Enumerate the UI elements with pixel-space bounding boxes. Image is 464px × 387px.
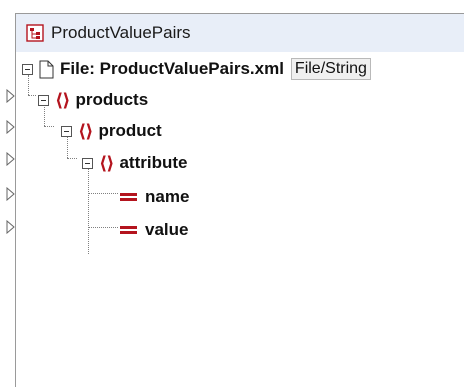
element-icon: ⟨⟩ [78, 120, 93, 141]
tree-row-name[interactable]: name [120, 182, 189, 212]
tree-line [44, 126, 54, 127]
input-connector-icon[interactable] [6, 187, 15, 201]
collapse-toggle[interactable] [61, 125, 72, 137]
attribute-icon [120, 192, 137, 202]
file-string-button[interactable]: File/String [290, 58, 371, 80]
tree-row-product[interactable]: ⟨⟩ product [61, 116, 162, 146]
tree-item-label: name [145, 187, 190, 206]
component-title: ProductValuePairs [51, 23, 191, 42]
tree-line [88, 193, 118, 194]
input-connector-icon[interactable] [6, 120, 15, 134]
tree-line [88, 227, 118, 228]
tree-row-attribute[interactable]: ⟨⟩ attribute [82, 148, 187, 178]
attribute-icon [120, 225, 137, 235]
tree-line [88, 168, 89, 254]
tree-item-label: products [75, 90, 149, 109]
component-titlebar[interactable]: ProductValuePairs [16, 14, 464, 52]
tree-row-products[interactable]: ⟨⟩ products [38, 85, 148, 115]
input-connector-icon[interactable] [6, 152, 15, 166]
element-icon: ⟨⟩ [99, 152, 114, 173]
element-icon: ⟨⟩ [55, 89, 70, 110]
collapse-toggle[interactable] [22, 63, 33, 75]
tree-item-label: value [145, 220, 189, 239]
file-label: File: ProductValuePairs.xml [60, 59, 284, 78]
collapse-toggle[interactable] [82, 157, 93, 169]
component-tree-icon [26, 24, 44, 42]
tree-row-value[interactable]: value [120, 215, 188, 245]
input-connector-icon[interactable] [6, 220, 15, 234]
tree-row-file: File: ProductValuePairs.xml File/String [22, 54, 371, 84]
tree-item-label: product [98, 121, 162, 140]
tree-line [67, 158, 77, 159]
document-icon [39, 60, 54, 78]
component-tree: File: ProductValuePairs.xml File/String … [6, 52, 464, 387]
collapse-toggle[interactable] [38, 94, 49, 106]
input-connector-icon[interactable] [6, 89, 15, 103]
tree-item-label: attribute [119, 153, 188, 172]
xml-component-box[interactable]: ProductValuePairs File: ProductValuePair… [6, 13, 464, 387]
tree-line [28, 95, 36, 96]
